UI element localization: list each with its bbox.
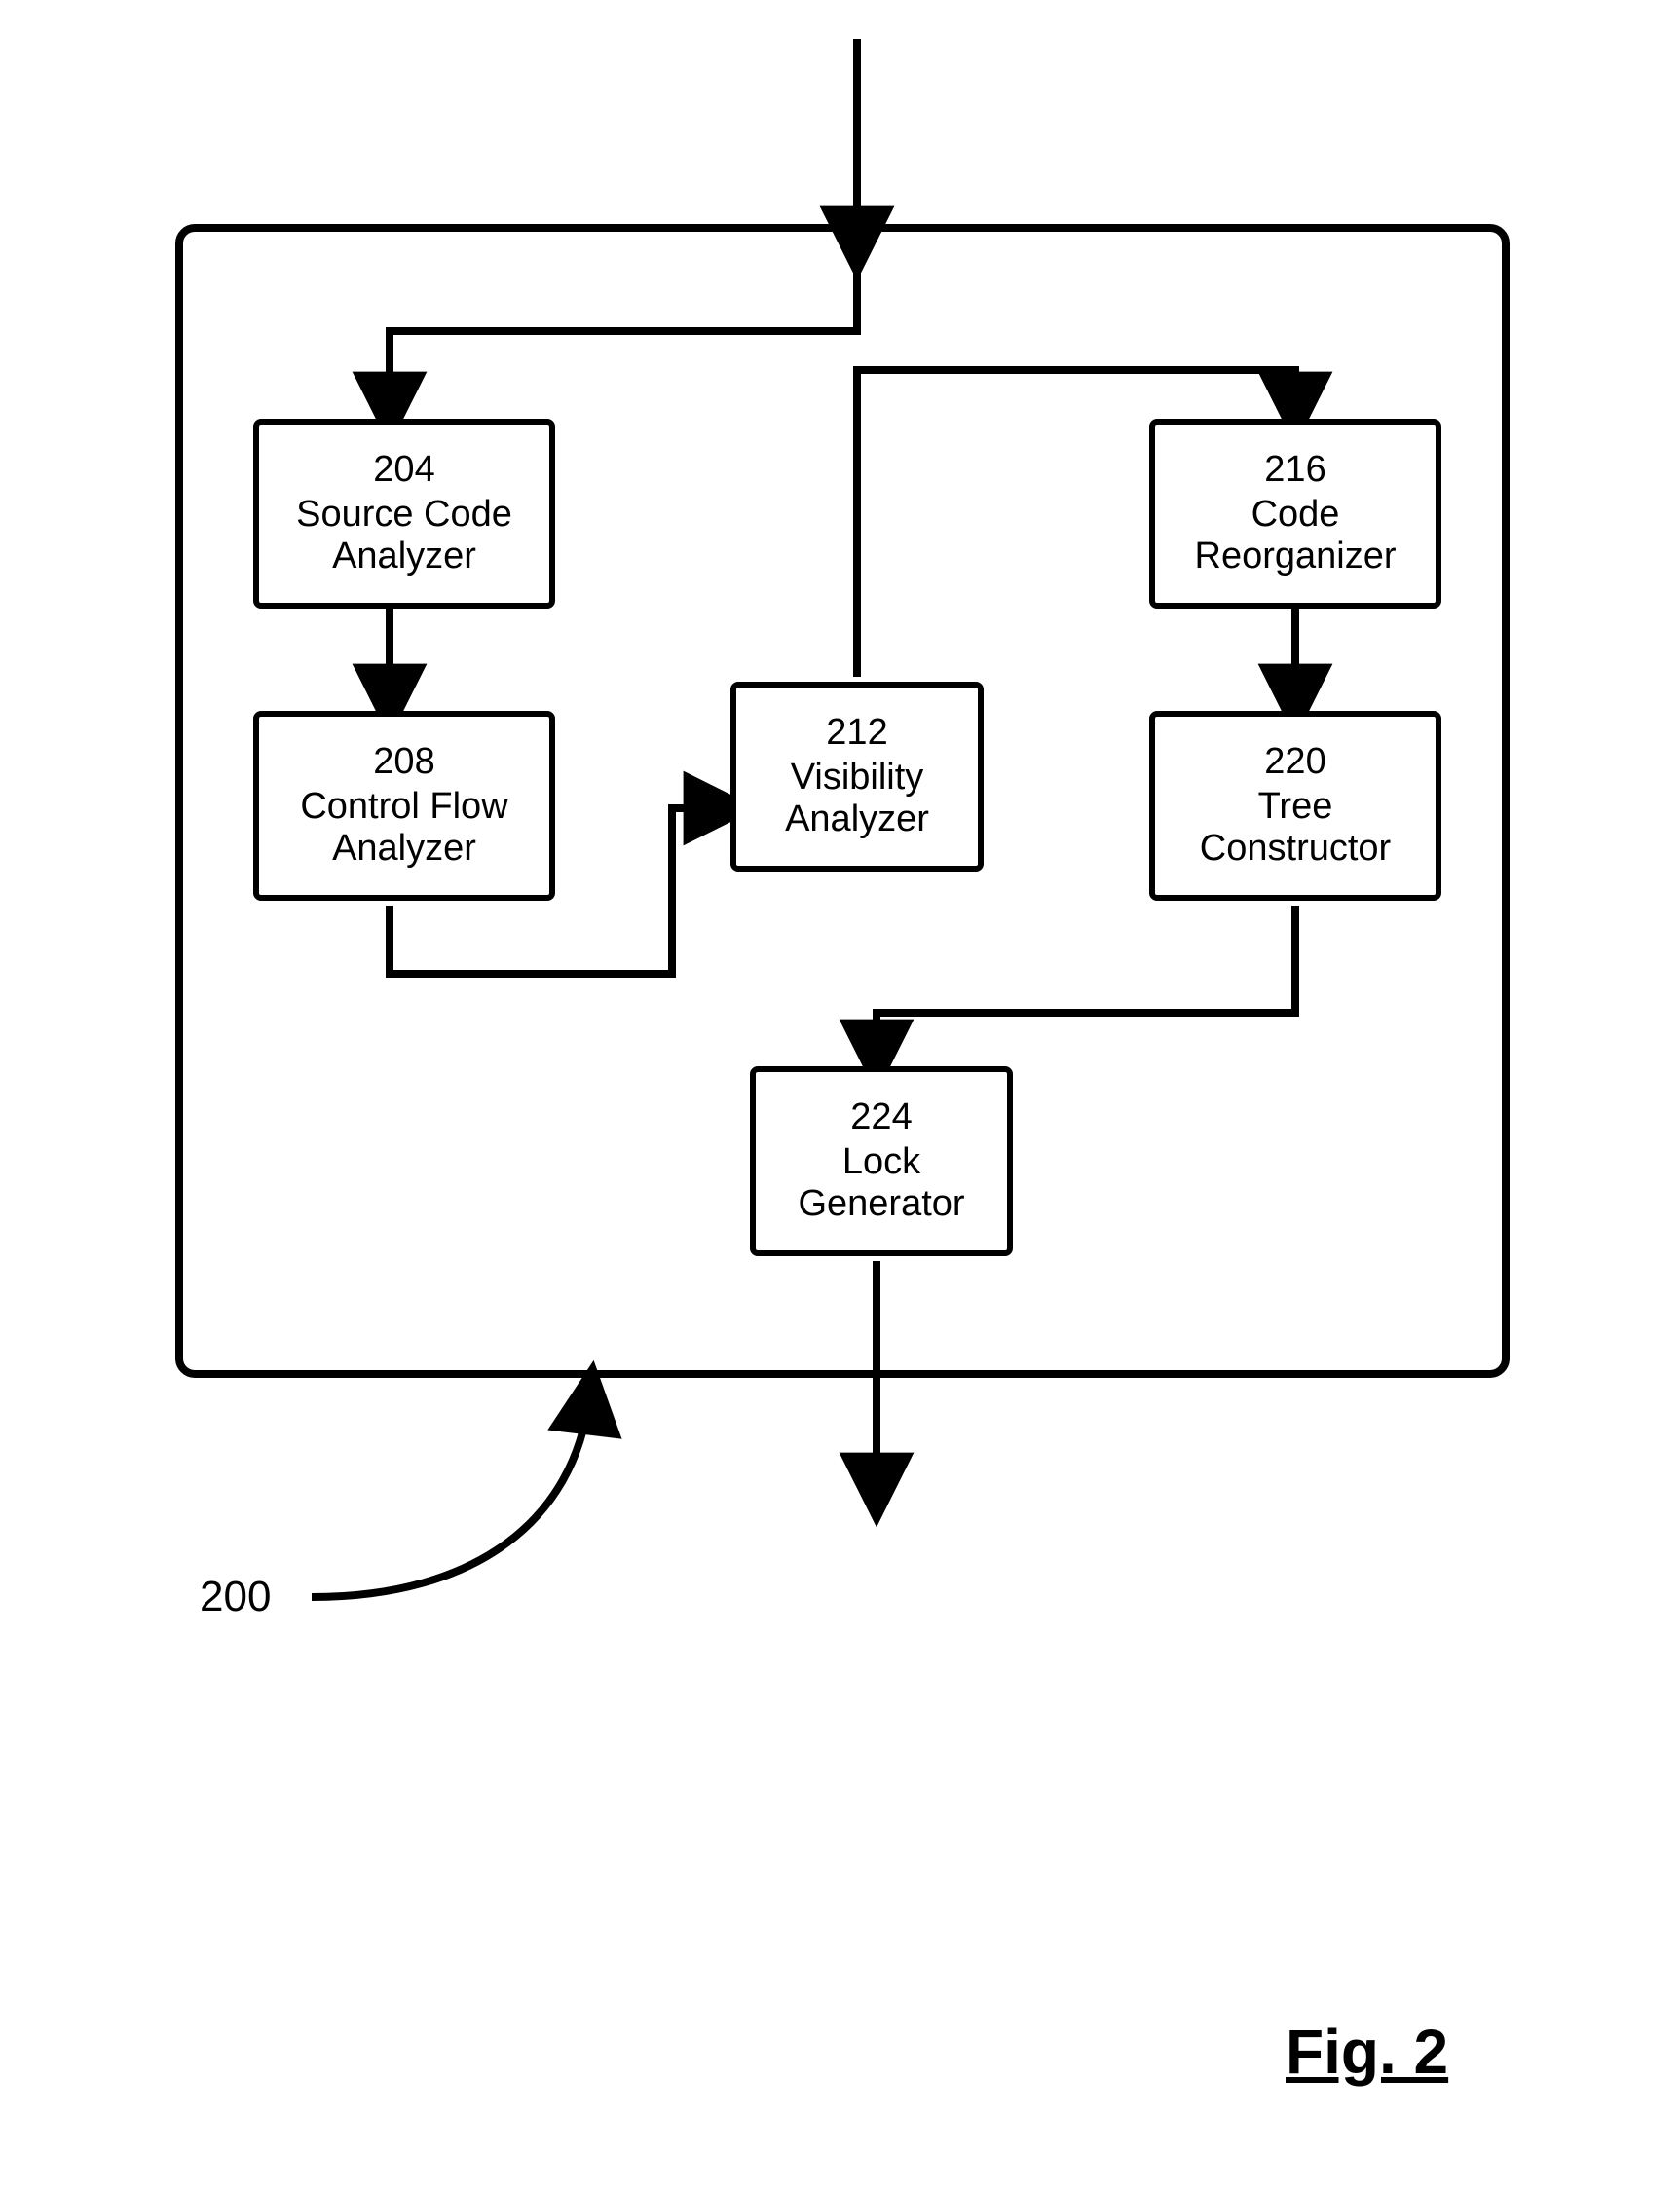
block-number: 216 xyxy=(1264,449,1325,492)
block-source-code-analyzer: 204 Source Code Analyzer xyxy=(253,419,555,609)
block-label: Source Code Analyzer xyxy=(296,494,512,578)
block-number: 212 xyxy=(826,712,887,755)
block-number: 224 xyxy=(850,1096,912,1139)
block-number: 220 xyxy=(1264,741,1325,784)
block-label: Visibility Analyzer xyxy=(785,757,929,841)
block-number: 204 xyxy=(373,449,434,492)
figure-label: Fig. 2 xyxy=(1286,2016,1448,2088)
container-ref-label: 200 xyxy=(200,1573,271,1621)
block-control-flow-analyzer: 208 Control Flow Analyzer xyxy=(253,711,555,901)
block-label: Control Flow Analyzer xyxy=(300,786,507,871)
figure-canvas: 204 Source Code Analyzer 208 Control Flo… xyxy=(0,0,1680,2193)
block-number: 208 xyxy=(373,741,434,784)
block-label: Lock Generator xyxy=(798,1141,964,1226)
block-label: Code Reorganizer xyxy=(1195,494,1397,578)
block-lock-generator: 224 Lock Generator xyxy=(750,1066,1013,1256)
block-tree-constructor: 220 Tree Constructor xyxy=(1149,711,1441,901)
block-label: Tree Constructor xyxy=(1200,786,1391,871)
block-visibility-analyzer: 212 Visibility Analyzer xyxy=(730,682,984,872)
block-code-reorganizer: 216 Code Reorganizer xyxy=(1149,419,1441,609)
